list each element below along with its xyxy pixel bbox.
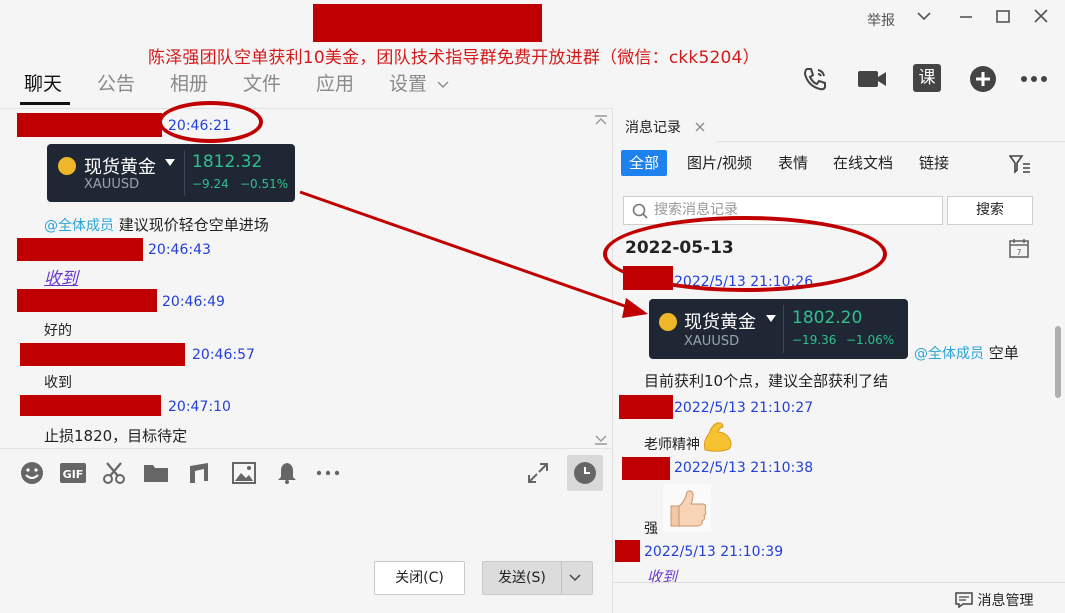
annotation-arrow	[299, 190, 648, 318]
